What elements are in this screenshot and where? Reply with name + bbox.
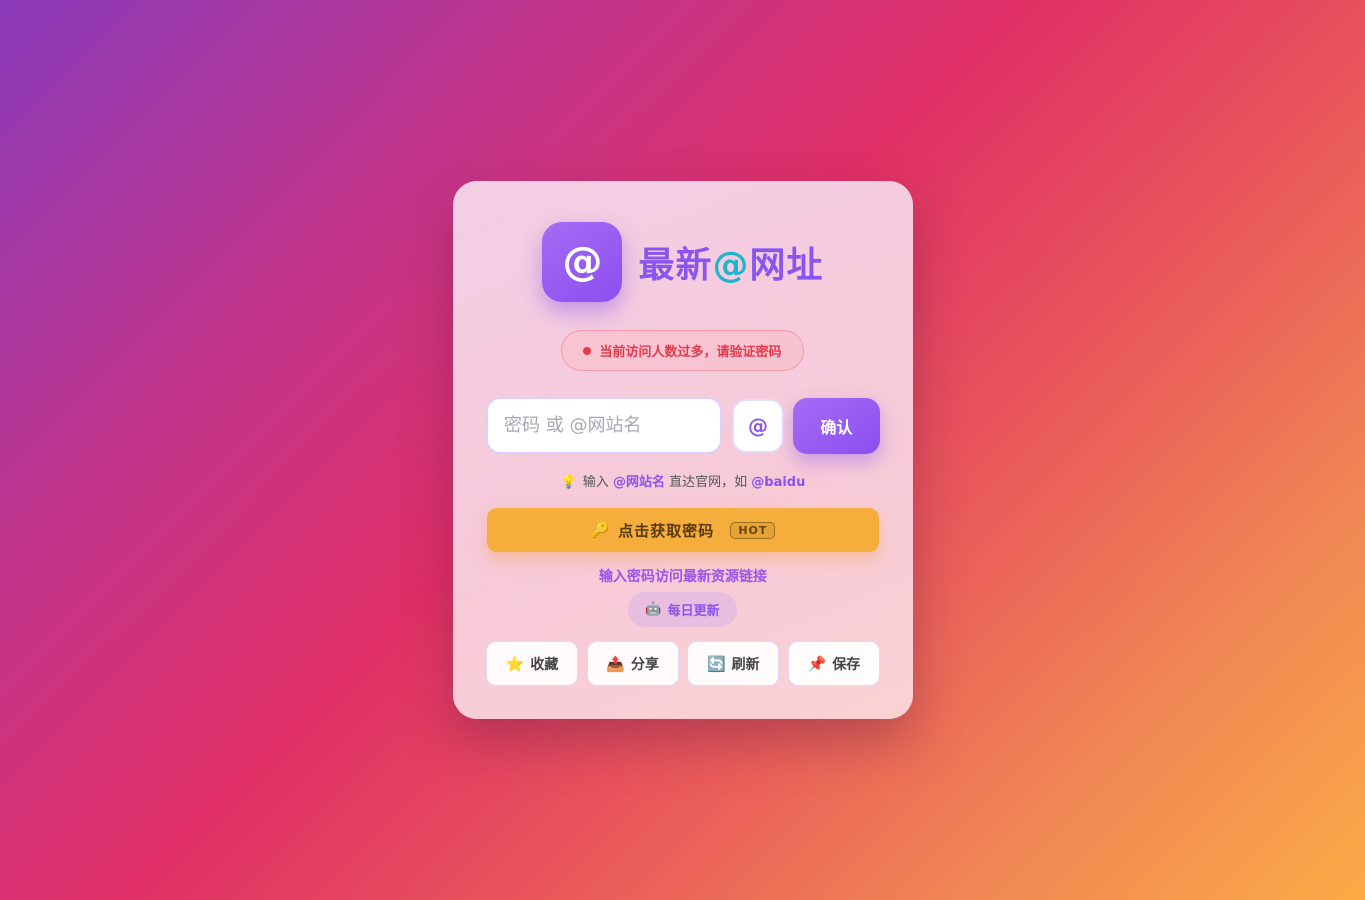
- title-part-1: 最新: [638, 245, 713, 286]
- star-icon: ⭐: [505, 654, 525, 673]
- hint-prefix: 输入: [582, 475, 609, 490]
- favorite-button[interactable]: ⭐ 收藏: [486, 641, 578, 686]
- brand-header: @ 最新@网址: [453, 222, 913, 302]
- daily-update-label: 每日更新: [667, 604, 720, 619]
- hint-middle: 直达官网，如: [669, 475, 748, 490]
- hot-badge: HOT: [730, 521, 776, 539]
- daily-update-badge: 🤖 每日更新: [628, 592, 737, 627]
- save-label: 保存: [832, 656, 861, 673]
- title-part-2: 网址: [749, 245, 824, 286]
- get-password-button[interactable]: 🔑 点击获取密码 HOT: [487, 508, 879, 552]
- robot-icon: 🤖: [645, 602, 662, 617]
- password-input[interactable]: [486, 397, 722, 454]
- hint-example: @baidu: [751, 475, 806, 490]
- refresh-label: 刷新: [731, 656, 760, 673]
- share-label: 分享: [631, 656, 659, 673]
- refresh-button[interactable]: 🔄 刷新: [687, 641, 780, 686]
- key-icon: 🔑: [590, 521, 611, 539]
- at-button[interactable]: @: [732, 399, 784, 453]
- action-bar: ⭐ 收藏 📤 分享 🔄 刷新 📌 保存: [486, 641, 880, 686]
- save-button[interactable]: 📌 保存: [787, 641, 880, 686]
- outbox-tray-icon: 📤: [606, 654, 625, 673]
- traffic-alert-badge: 当前访问人数过多，请验证密码: [561, 330, 804, 371]
- refresh-icon: 🔄: [706, 654, 726, 673]
- page-title: 最新@网址: [638, 236, 823, 288]
- red-dot-icon: [583, 346, 592, 355]
- input-hint: 💡 输入 @网站名 直达官网，如 @baidu: [453, 471, 913, 490]
- tagline-link[interactable]: 输入密码访问最新资源链接: [453, 566, 913, 586]
- login-card: @ 最新@网址 当前访问人数过多，请验证密码 @ 确认 💡输入 @网站名 直达官…: [453, 181, 913, 719]
- get-password-label: 点击获取密码: [618, 521, 715, 540]
- hint-keyword: @网站名: [612, 475, 665, 490]
- at-logo-icon: @: [542, 222, 623, 302]
- favorite-label: 收藏: [530, 656, 559, 673]
- lightbulb-icon: 💡: [560, 475, 577, 490]
- title-at-symbol: @: [712, 245, 750, 286]
- share-button[interactable]: 📤 分享: [586, 641, 679, 686]
- alert-text: 当前访问人数过多，请验证密码: [599, 345, 782, 360]
- pushpin-icon: 📌: [807, 654, 827, 673]
- confirm-button[interactable]: 确认: [793, 398, 880, 454]
